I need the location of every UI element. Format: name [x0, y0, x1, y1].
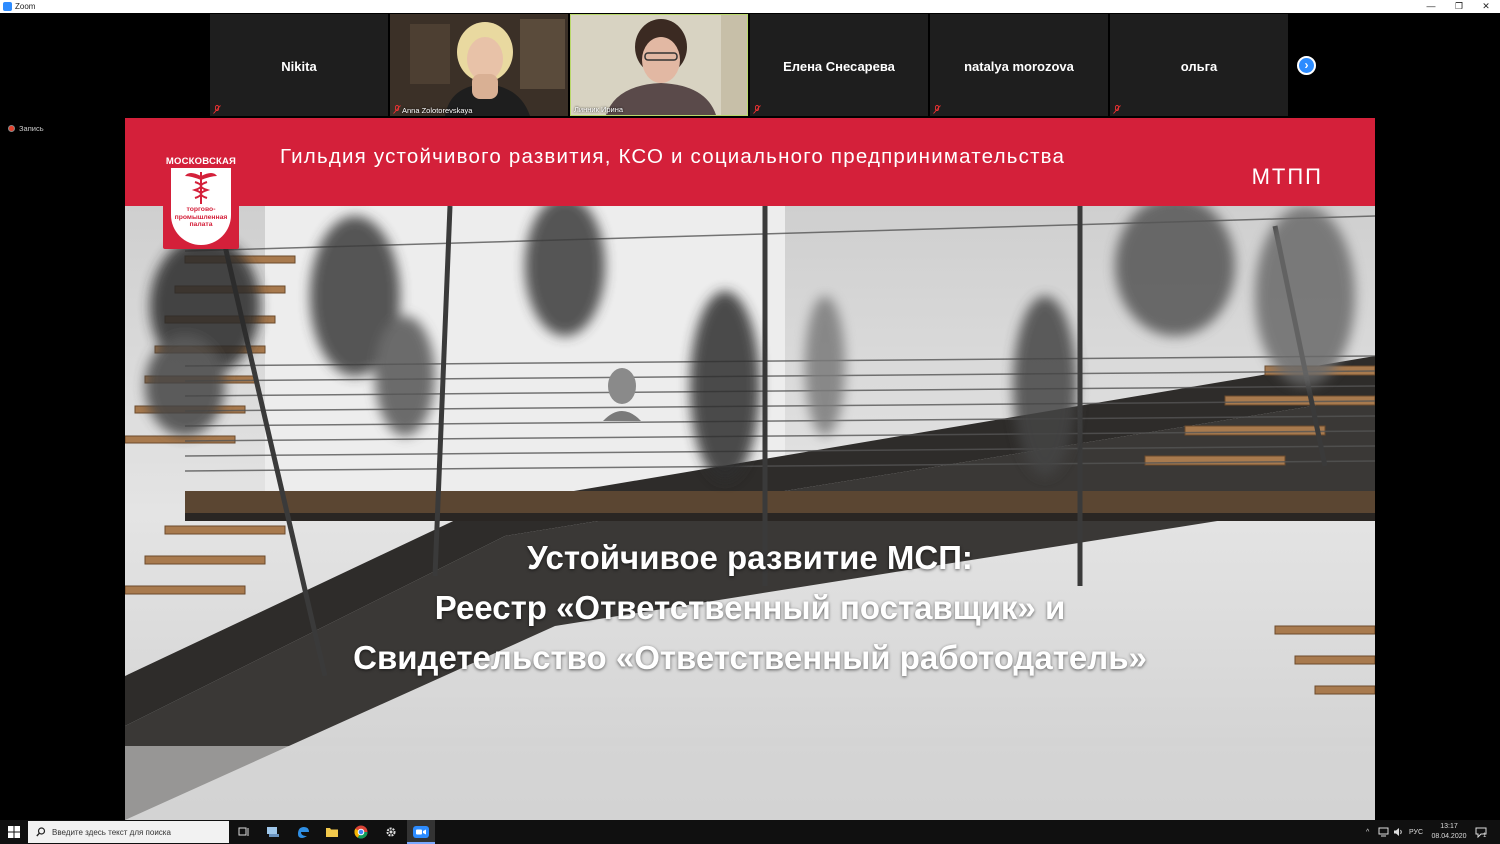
- participant-name: Nikita: [281, 59, 317, 74]
- staircase-photo: [125, 206, 1375, 820]
- next-page-chevron-icon[interactable]: ›: [1297, 56, 1316, 75]
- participant-name: Елена Снесарева: [783, 59, 895, 74]
- muted-mic-icon: [1113, 105, 1121, 114]
- task-view-icon[interactable]: [236, 824, 252, 840]
- shared-screen-slide: Гильдия устойчивого развития, КСО и соци…: [125, 118, 1375, 820]
- zoom-taskbar-button[interactable]: [407, 820, 435, 844]
- participant-tile-anna[interactable]: Anna Zolotorevskaya: [390, 14, 568, 116]
- taskbar-search-box[interactable]: Введите здесь текст для поиска: [28, 821, 229, 843]
- participant-name: Anna Zolotorevskaya: [402, 106, 473, 115]
- logo-line: палата: [189, 221, 213, 228]
- slide-title-line-1: Устойчивое развитие МСП:: [527, 539, 973, 576]
- slide-header-text: Гильдия устойчивого развития, КСО и соци…: [280, 145, 1066, 168]
- settings-gear-icon[interactable]: [383, 824, 399, 840]
- participant-tile-linnik[interactable]: Линник Ирина: [570, 14, 748, 116]
- slide-header-abbr: МТПП: [1251, 164, 1323, 189]
- search-icon: [36, 827, 46, 837]
- participant-tile-olga[interactable]: ольга: [1110, 14, 1288, 116]
- recording-indicator[interactable]: Запись: [8, 124, 44, 133]
- muted-mic-icon: [393, 105, 401, 114]
- participant-name: ольга: [1180, 59, 1218, 74]
- taskbar-clock[interactable]: 13:17 08.04.2020: [1427, 822, 1471, 841]
- network-icon[interactable]: [1378, 820, 1390, 844]
- explorer-network-icon[interactable]: [265, 824, 281, 840]
- notification-count: 1: [1483, 833, 1487, 839]
- clock-date: 08.04.2020: [1431, 832, 1467, 840]
- notifications-icon[interactable]: 1: [1475, 820, 1487, 844]
- zoom-app-icon: [413, 826, 429, 838]
- participant-video-linnik: [571, 15, 747, 115]
- record-icon: [8, 125, 15, 132]
- zoom-app-icon: [3, 2, 12, 11]
- windows-start-icon[interactable]: [8, 826, 20, 838]
- minimize-button[interactable]: —: [1417, 0, 1445, 13]
- close-button[interactable]: ✕: [1472, 0, 1500, 13]
- caduceus-icon: [185, 172, 217, 204]
- chrome-browser-icon[interactable]: [353, 824, 369, 840]
- window-title-bar: Zoom — ❐ ✕: [0, 0, 1500, 13]
- participant-video-anna: [390, 14, 568, 116]
- logo-line: торгово-: [186, 206, 216, 213]
- volume-icon[interactable]: [1393, 820, 1403, 844]
- recording-label: Запись: [19, 124, 44, 133]
- slide-header-bar: Гильдия устойчивого развития, КСО и соци…: [125, 118, 1375, 206]
- clock-time: 13:17: [1440, 823, 1458, 830]
- muted-mic-icon: [213, 105, 221, 114]
- muted-mic-icon: [753, 105, 761, 114]
- tray-chevron-icon[interactable]: ^: [1366, 820, 1369, 844]
- language-indicator[interactable]: РУС: [1409, 820, 1423, 844]
- participant-name: natalya morozova: [964, 59, 1074, 74]
- slide-title-line-2: Реестр «Ответственный поставщик» и: [434, 589, 1066, 626]
- slide-title-line-3: Свидетельство «Ответственный работодател…: [353, 639, 1147, 676]
- zoom-meeting-area: Nikita Anna Zolotorevskaya Линник Ирина …: [0, 13, 1500, 820]
- logo-shield: торгово- промышленная палата: [171, 168, 231, 245]
- participant-tile-elena[interactable]: Елена Снесарева: [750, 14, 928, 116]
- logo-bottom-text: торгово- промышленная палата: [171, 206, 231, 229]
- participant-tile-natalya[interactable]: natalya morozova: [930, 14, 1108, 116]
- participant-strip: Nikita Anna Zolotorevskaya Линник Ирина …: [210, 14, 1320, 116]
- restore-button[interactable]: ❐: [1445, 0, 1473, 13]
- file-explorer-icon[interactable]: [324, 824, 340, 840]
- chamber-logo: МОСКОВСКАЯ торгово- промышленная палата: [163, 150, 239, 249]
- window-title: Zoom: [15, 2, 36, 11]
- muted-mic-icon: [933, 105, 941, 114]
- search-placeholder: Введите здесь текст для поиска: [52, 827, 171, 837]
- logo-line: промышленная: [174, 213, 228, 221]
- logo-top-text: МОСКОВСКАЯ: [165, 156, 237, 167]
- participant-tile-nikita[interactable]: Nikita: [210, 14, 388, 116]
- edge-browser-icon[interactable]: [295, 824, 311, 840]
- windows-taskbar: Введите здесь текст для поиска ^ РУС 13:…: [0, 820, 1500, 844]
- participant-name: Линник Ирина: [574, 105, 624, 114]
